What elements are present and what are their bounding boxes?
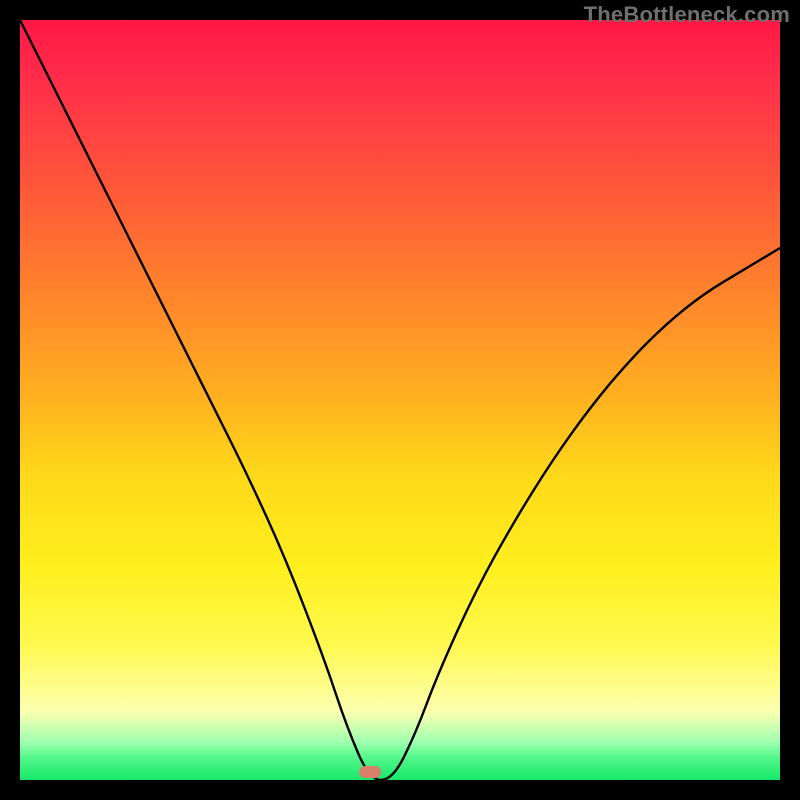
bottleneck-curve (20, 20, 780, 780)
optimal-marker (359, 766, 381, 778)
watermark-label: TheBottleneck.com (584, 2, 790, 28)
plot-area (20, 20, 780, 780)
chart-stage: TheBottleneck.com (0, 0, 800, 800)
